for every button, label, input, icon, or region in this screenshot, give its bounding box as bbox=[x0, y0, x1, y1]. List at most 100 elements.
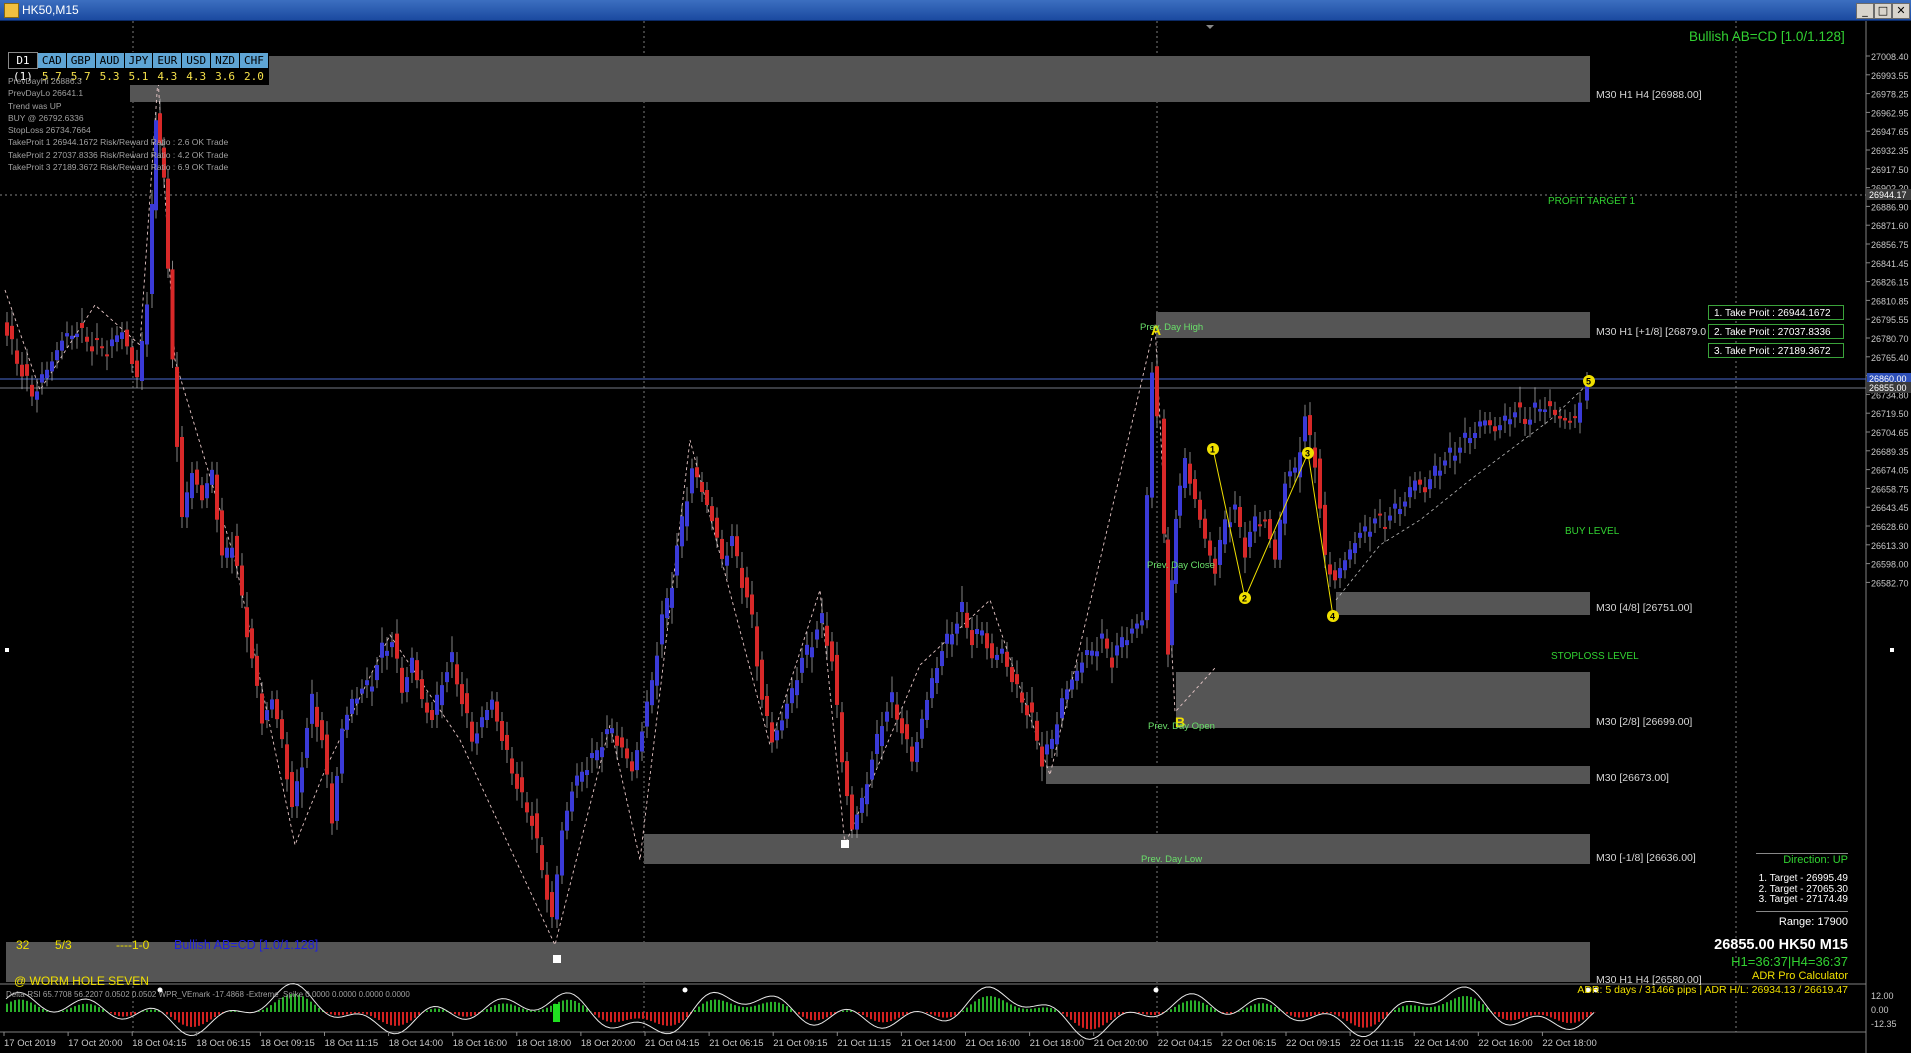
histogram-bar bbox=[210, 1012, 212, 1020]
candle-body bbox=[1423, 487, 1427, 493]
time-tick-label: 22 Oct 04:15 bbox=[1158, 1038, 1212, 1049]
histogram-bar bbox=[1066, 1012, 1068, 1017]
candle-body bbox=[1433, 465, 1437, 476]
pattern-point-label: 5 bbox=[1586, 377, 1591, 387]
candle-body bbox=[1498, 425, 1502, 431]
histogram-bar bbox=[970, 1004, 972, 1012]
chart-canvas[interactable]: AB12345 M30 H1 H4 [26988.00] M30 H1 [+1/… bbox=[0, 21, 1911, 1053]
candle-body bbox=[915, 742, 919, 763]
histogram-bar bbox=[706, 1001, 708, 1012]
price-tick-label: 26962.95 bbox=[1871, 108, 1909, 118]
time-tick-label: 22 Oct 06:15 bbox=[1222, 1038, 1276, 1049]
candle-body bbox=[870, 759, 874, 780]
histogram-bar bbox=[214, 1012, 216, 1018]
candle-body bbox=[1263, 519, 1267, 522]
candle-body bbox=[630, 761, 634, 772]
swing-low-marker-2 bbox=[841, 840, 849, 848]
candle-body bbox=[140, 341, 144, 382]
histogram-bar bbox=[826, 1012, 828, 1018]
candle-body bbox=[1140, 620, 1144, 626]
histogram-bar bbox=[470, 1012, 472, 1017]
price-tick-label: 26780.70 bbox=[1871, 334, 1909, 344]
candle-body bbox=[15, 350, 19, 364]
histogram-bar bbox=[1526, 1012, 1528, 1017]
histogram-bar bbox=[754, 1005, 756, 1012]
time-tick-label: 21 Oct 11:15 bbox=[837, 1038, 891, 1049]
histogram-bar bbox=[1062, 1012, 1064, 1014]
histogram-bar bbox=[766, 1002, 768, 1012]
price-chart[interactable]: AB12345 M30 H1 H4 [26988.00] M30 H1 [+1/… bbox=[0, 21, 1911, 1053]
candle-body bbox=[730, 536, 734, 547]
histogram-bar bbox=[1558, 1012, 1560, 1021]
histogram-bar bbox=[1182, 1002, 1184, 1012]
candle-body bbox=[1045, 744, 1049, 755]
pattern-label-top: Bullish AB=CD [1.0/1.128] bbox=[1689, 29, 1845, 44]
prev-day-open-label: Prev. Day Open bbox=[1148, 721, 1215, 732]
candle-body bbox=[1233, 504, 1237, 510]
window-titlebar[interactable]: HK50,M15 _ □ ✕ bbox=[0, 0, 1911, 21]
candle-body bbox=[145, 304, 149, 345]
histogram-bar bbox=[938, 1012, 940, 1017]
histogram-bar bbox=[682, 1012, 684, 1021]
candle-body bbox=[785, 703, 789, 719]
time-tick-label: 21 Oct 20:00 bbox=[1094, 1038, 1148, 1049]
chart-shift-marker bbox=[1206, 25, 1214, 29]
histogram-bar bbox=[130, 1012, 132, 1016]
candle-body bbox=[530, 815, 534, 826]
histogram-bar bbox=[1022, 1008, 1024, 1012]
candle-body bbox=[940, 651, 944, 667]
candle-body bbox=[1100, 633, 1104, 639]
candle-body bbox=[1015, 674, 1019, 685]
histogram-bar bbox=[698, 1006, 700, 1012]
candle-body bbox=[555, 874, 559, 920]
restore-button[interactable]: □ bbox=[1874, 3, 1892, 19]
histogram-bar bbox=[1574, 1012, 1576, 1023]
candle-body bbox=[255, 655, 259, 686]
histogram-bar bbox=[930, 1012, 932, 1015]
candle-body bbox=[620, 737, 624, 748]
candle-body bbox=[1528, 419, 1532, 425]
abcd-pattern: AB12345 bbox=[1151, 322, 1595, 730]
histogram-bar bbox=[1118, 1012, 1120, 1016]
close-button[interactable]: ✕ bbox=[1892, 3, 1910, 19]
histogram-bar bbox=[946, 1012, 948, 1018]
histogram-bar bbox=[378, 1012, 380, 1021]
histogram-bar bbox=[646, 1012, 648, 1020]
candle-body bbox=[685, 501, 689, 527]
candle-body bbox=[840, 712, 844, 763]
histogram-bar bbox=[1530, 1012, 1532, 1016]
zone-label-6: M30 [-1/8] [26636.00] bbox=[1596, 852, 1696, 864]
candle-body bbox=[1328, 564, 1332, 575]
candle-body bbox=[715, 517, 719, 538]
candle-body bbox=[1348, 549, 1352, 560]
price-tick-label: 26810.85 bbox=[1871, 296, 1909, 306]
histogram-bar bbox=[1222, 1012, 1224, 1013]
minimize-button[interactable]: _ bbox=[1856, 3, 1874, 19]
candle-body bbox=[595, 750, 599, 761]
histogram-bar bbox=[1238, 1011, 1240, 1012]
histogram-bar bbox=[1246, 1007, 1248, 1012]
candle-body bbox=[110, 339, 114, 347]
targets-list: 1. Target - 26995.49 2. Target - 27065.3… bbox=[1736, 873, 1848, 906]
histogram-bar bbox=[862, 1012, 864, 1016]
histogram-bar bbox=[998, 998, 1000, 1012]
histogram-bar bbox=[942, 1012, 944, 1018]
histogram-bar bbox=[518, 1007, 520, 1012]
histogram-bar bbox=[1194, 1000, 1196, 1012]
candle-body bbox=[965, 612, 969, 628]
candle-body bbox=[735, 536, 739, 557]
candle-body bbox=[950, 634, 954, 645]
histogram-bar bbox=[678, 1012, 680, 1023]
candle-timer: H1=36:37|H4=36:37 bbox=[1731, 954, 1848, 969]
histogram-bar bbox=[426, 1010, 428, 1012]
histogram-bar bbox=[1330, 1012, 1332, 1014]
histogram-bar bbox=[858, 1012, 860, 1014]
direction-label: Direction: UP bbox=[1756, 853, 1848, 868]
price-tick-label: 26795.55 bbox=[1871, 315, 1909, 325]
histogram-bar bbox=[1410, 1005, 1412, 1012]
histogram-bar bbox=[194, 1012, 196, 1027]
histogram-bar bbox=[1470, 996, 1472, 1012]
histogram-bar bbox=[202, 1012, 204, 1025]
histogram-bar bbox=[38, 1006, 40, 1012]
terminal-window: HK50,M15 _ □ ✕ AB12345 M30 H1 H4 [26988.… bbox=[0, 0, 1911, 1053]
